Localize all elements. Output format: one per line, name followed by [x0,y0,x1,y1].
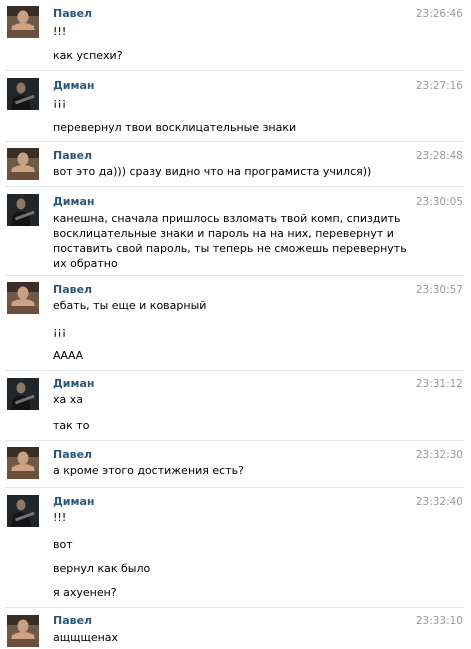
divider [5,186,465,187]
message-text: ебать, ты еще и коварный [53,299,207,312]
divider [5,487,465,488]
message-text: перевернул твои восклицательные знаки [53,121,297,134]
message-text: АААА [53,349,84,362]
avatar-pavel[interactable] [7,282,39,314]
timestamp: 23:26:46 [415,8,463,20]
divider [5,141,465,142]
author-name[interactable]: Диман [53,495,95,508]
divider [5,440,465,441]
message-text: !!! [53,511,67,524]
message-text: ха ха [53,393,83,406]
avatar-pavel[interactable] [7,148,39,180]
message-text: так то [53,419,90,432]
author-name[interactable]: Диман [53,377,95,390]
author-name[interactable]: Павел [53,149,92,162]
author-name[interactable]: Павел [53,7,92,20]
author-name[interactable]: Павел [53,614,92,627]
author-name[interactable]: Диман [53,79,95,92]
message-text: а кроме этого достижения есть? [53,464,244,477]
avatar-diman[interactable] [7,495,39,527]
avatar-pavel[interactable] [7,6,39,38]
timestamp: 23:32:40 [415,496,463,508]
author-name[interactable]: Павел [53,283,92,296]
message-text: я ахуенен? [53,586,117,599]
message-text: канешна, сначала пришлось взломать твой … [53,212,407,270]
message-text: ¡¡¡ [53,325,67,338]
timestamp: 23:30:57 [415,284,463,296]
timestamp: 23:33:10 [415,615,463,627]
avatar-diman[interactable] [7,194,39,226]
avatar-diman[interactable] [7,78,39,110]
avatar-diman[interactable] [7,378,39,410]
timestamp: 23:30:05 [415,196,463,208]
avatar-pavel[interactable] [7,447,39,479]
author-name[interactable]: Павел [53,448,92,461]
divider [5,607,465,608]
message-text: вот это да))) сразу видно что на програм… [53,165,372,178]
author-name[interactable]: Диман [53,195,95,208]
message-text: ¡¡¡ [53,96,67,109]
timestamp: 23:28:48 [415,150,463,162]
chat-log: { "messages": [ {"author": "Павел", "tim… [0,0,471,649]
message-text: вернул как было [53,562,151,575]
divider [5,370,465,371]
message-text: вот [53,538,73,551]
divider [5,275,465,276]
message-text: ащщщенах [53,631,119,644]
avatar-pavel[interactable] [7,615,39,647]
timestamp: 23:31:12 [415,378,463,390]
message-text: как успехи? [53,49,123,62]
timestamp: 23:27:16 [415,80,463,92]
divider [5,70,465,71]
timestamp: 23:32:30 [415,449,463,461]
message-text: !!! [53,25,67,38]
